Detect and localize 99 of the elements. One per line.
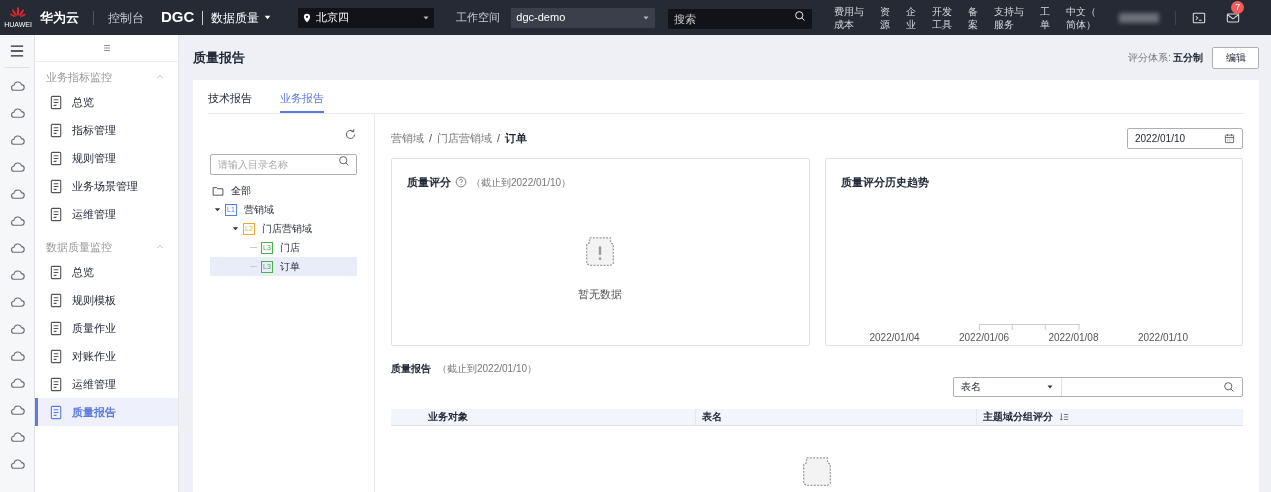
- cloud-service-icon[interactable]: [9, 457, 25, 472]
- card-title: 质量评分: [407, 175, 451, 190]
- cloud-service-icon[interactable]: [9, 376, 25, 391]
- help-icon[interactable]: [455, 176, 467, 189]
- menu-item[interactable]: 对账作业: [35, 342, 178, 370]
- menu-item[interactable]: 规则管理: [35, 144, 178, 172]
- search-icon: [794, 9, 807, 22]
- document-icon: [49, 264, 64, 280]
- caret-icon: [263, 13, 273, 22]
- column-header: 业务对象: [428, 410, 468, 425]
- breadcrumb-separator: /: [429, 131, 433, 147]
- document-icon: [49, 94, 64, 110]
- document-icon: [49, 348, 64, 364]
- report-tab[interactable]: 技术报告: [208, 80, 252, 113]
- breadcrumb-link[interactable]: 营销域: [391, 130, 424, 147]
- section-title: 质量报告: [391, 361, 431, 376]
- nav-link[interactable]: 备案: [968, 4, 980, 31]
- document-icon: [49, 178, 64, 194]
- document-icon: [49, 376, 64, 392]
- menu-item[interactable]: 指标管理: [35, 116, 178, 144]
- caret-down-icon[interactable]: [232, 225, 239, 232]
- document-icon: [49, 320, 64, 336]
- console-link[interactable]: 控制台: [108, 8, 144, 27]
- report-tab[interactable]: 业务报告: [280, 80, 324, 113]
- nav-link[interactable]: 中文（简体）: [1066, 4, 1098, 31]
- document-icon: [49, 206, 64, 222]
- cloud-service-icon[interactable]: [9, 268, 25, 283]
- document-icon: [49, 292, 64, 308]
- menu-icon[interactable]: [9, 44, 25, 58]
- caret-down-icon[interactable]: [214, 206, 221, 213]
- rating-label: 评分体系:: [1128, 51, 1171, 65]
- cloud-service-icon[interactable]: [9, 430, 25, 445]
- notification-badge: 7: [1231, 0, 1245, 14]
- axis-label: 2022/01/10: [1137, 330, 1188, 345]
- edit-button[interactable]: 编辑: [1212, 46, 1259, 69]
- axis-label: 2022/01/06: [958, 330, 1010, 345]
- breadcrumb-link[interactable]: 订单: [505, 130, 528, 147]
- menu-item[interactable]: 总览: [35, 88, 178, 116]
- cloud-service-icon[interactable]: [9, 295, 25, 310]
- calendar-icon: [1224, 133, 1235, 144]
- empty-state-text: 暂无数据: [578, 286, 623, 302]
- axis-label: 2022/01/04: [869, 330, 920, 345]
- cloud-service-icon[interactable]: [9, 214, 25, 229]
- tree-item[interactable]: 全部: [210, 181, 357, 200]
- card-title: 质量评分历史趋势: [840, 175, 930, 190]
- cloud-service-icon[interactable]: [9, 160, 25, 175]
- sort-icon[interactable]: [1059, 411, 1070, 422]
- mail-icon[interactable]: [1226, 10, 1241, 25]
- cloud-service-icon[interactable]: [9, 349, 25, 364]
- nav-link[interactable]: 工单: [1040, 4, 1052, 31]
- section-note: （截止到2022/01/10）: [437, 361, 538, 376]
- axis-label: 2022/01/08: [1048, 330, 1099, 345]
- nav-link[interactable]: 支持与服务: [994, 4, 1026, 31]
- chevron-up-icon: [156, 73, 164, 81]
- workspace-label: 工作空间: [456, 10, 501, 26]
- module-dropdown[interactable]: 数据质量: [211, 8, 273, 27]
- folder-icon: [212, 184, 224, 197]
- cloud-service-icon[interactable]: [9, 79, 25, 94]
- card-note: （截止到2022/01/10）: [471, 175, 572, 190]
- search-field[interactable]: 搜索: [668, 8, 813, 29]
- product-name: DGC: [161, 7, 195, 28]
- menu-item[interactable]: 质量报告: [35, 398, 178, 426]
- menu-item[interactable]: 规则模板: [35, 286, 178, 314]
- region-dropdown[interactable]: 北京四: [298, 7, 435, 28]
- page-title: 质量报告: [193, 48, 245, 67]
- cloud-service-icon[interactable]: [9, 241, 25, 256]
- cloud-service-icon[interactable]: [9, 322, 25, 337]
- cloud-service-icon[interactable]: [9, 106, 25, 121]
- breadcrumb-separator: /: [497, 131, 501, 147]
- catalog-search-field[interactable]: 请输入目录名称: [210, 154, 357, 175]
- terminal-icon[interactable]: [1192, 10, 1207, 25]
- cloud-service-icon[interactable]: [9, 187, 25, 202]
- menu-item[interactable]: 运维管理: [35, 370, 178, 398]
- collapse-menu-icon[interactable]: [101, 44, 112, 52]
- menu-item[interactable]: 业务场景管理: [35, 172, 178, 200]
- nav-link[interactable]: 企业: [906, 4, 918, 31]
- nav-link[interactable]: 费用与成本: [834, 4, 866, 31]
- cloud-service-icon[interactable]: [9, 403, 25, 418]
- breadcrumb-link[interactable]: 门店营销域: [437, 130, 493, 147]
- nav-link[interactable]: 开发工具: [932, 4, 954, 31]
- menu-item[interactable]: 质量作业: [35, 314, 178, 342]
- brand-name[interactable]: 华为云: [40, 7, 79, 28]
- document-icon: [49, 404, 64, 420]
- menu-item[interactable]: 运维管理: [35, 200, 178, 228]
- column-header: 主题域分组评分: [983, 410, 1053, 425]
- date-field[interactable]: 2022/01/10: [1127, 128, 1243, 149]
- search-icon: [338, 155, 350, 167]
- cloud-service-icon[interactable]: [9, 133, 25, 148]
- blurred-username: [1119, 12, 1160, 23]
- column-header: 表名: [702, 410, 722, 425]
- rating-value: 五分制: [1173, 51, 1203, 65]
- workspace-dropdown[interactable]: dgc-demo: [511, 7, 656, 28]
- refresh-icon[interactable]: [344, 128, 357, 141]
- document-icon: [49, 150, 64, 166]
- nav-link[interactable]: 资源: [880, 4, 892, 31]
- document-icon: [49, 122, 64, 138]
- chevron-up-icon: [156, 243, 164, 251]
- location-pin-icon: [302, 12, 313, 23]
- menu-item[interactable]: 总览: [35, 258, 178, 286]
